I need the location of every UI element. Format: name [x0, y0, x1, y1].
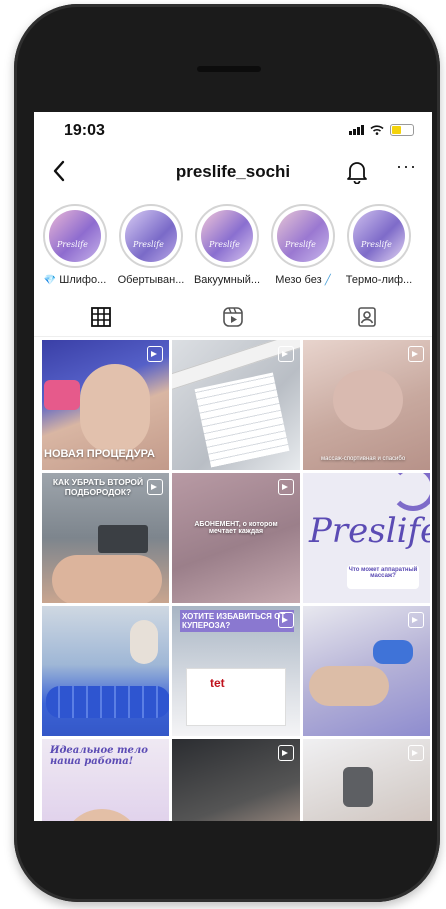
highlight-cover: Preslife	[49, 210, 101, 262]
highlight-brand: Preslife	[57, 240, 88, 249]
highlight-item[interactable]: Preslife 💎 Шлифо...	[40, 204, 110, 286]
chart-paper-shape	[194, 372, 290, 468]
profile-header: preslife_sochi ···	[34, 156, 432, 190]
face-shape	[80, 364, 150, 454]
reel-badge-icon	[278, 346, 294, 362]
post-caption: НОВАЯ ПРОЦЕДУРА	[44, 448, 155, 460]
post-tile[interactable]	[172, 739, 300, 821]
pink-pad-shape	[44, 380, 80, 410]
product-box-shape	[186, 668, 286, 726]
post-caption: КАК УБРАТЬ ВТОРОЙ ПОДБОРОДОК?	[52, 477, 144, 497]
highlight-label: Обертыван...	[117, 274, 185, 286]
body-shape	[62, 809, 142, 821]
profile-tabs	[34, 300, 432, 341]
highlight-brand: Preslife	[285, 240, 316, 249]
post-tile[interactable]: массаж-спортивная и спасибо	[303, 340, 430, 470]
highlight-item[interactable]: Preslife Вакуумный...	[192, 204, 262, 286]
post-caption: Идеальное тело наша работа!	[50, 745, 148, 767]
highlight-item[interactable]: Preslife Обертыван...	[116, 204, 186, 286]
device-shape	[98, 525, 148, 553]
highlight-cover: Preslife	[277, 210, 329, 262]
face-shape	[52, 555, 162, 603]
status-bar: 19:03	[34, 112, 432, 152]
person-shape	[309, 666, 389, 706]
reel-badge-icon	[147, 479, 163, 495]
post-tile[interactable]	[172, 340, 300, 470]
post-tile[interactable]	[303, 606, 430, 736]
swirl-shape	[390, 473, 430, 511]
bell-icon[interactable]	[346, 160, 368, 189]
highlight-brand: Preslife	[133, 240, 164, 249]
post-tile[interactable]: АБОНЕМЕНТ, о котором мечтает каждая	[172, 473, 300, 603]
product-brand: tet	[210, 676, 225, 690]
highlight-cover: Preslife	[353, 210, 405, 262]
massage-hand-shape	[333, 370, 403, 430]
blue-device-shape	[373, 640, 413, 664]
highlight-item[interactable]: Preslife Термо-лиф...	[344, 204, 414, 286]
grid-icon[interactable]	[50, 306, 154, 341]
reel-badge-icon	[147, 346, 163, 362]
post-caption: ХОТИТЕ ИЗБАВИТЬСЯ ОТ КУПЕРОЗА?	[180, 610, 294, 632]
brand-logo: Preslife	[309, 511, 430, 551]
post-tile[interactable]: Preslife Что может аппаратный массаж?	[303, 473, 430, 603]
gem-icon: 💎	[43, 275, 57, 286]
post-tile[interactable]: Идеальное тело наша работа!	[42, 739, 169, 821]
highlight-ring: Preslife	[43, 204, 107, 268]
highlight-ring: Preslife	[195, 204, 259, 268]
highlight-ring: Preslife	[271, 204, 335, 268]
highlight-cover: Preslife	[201, 210, 253, 262]
therapist-shape	[130, 620, 158, 664]
reel-badge-icon	[408, 346, 424, 362]
post-tile[interactable]: КАК УБРАТЬ ВТОРОЙ ПОДБОРОДОК?	[42, 473, 169, 603]
highlight-brand: Preslife	[209, 240, 240, 249]
posts-grid: НОВАЯ ПРОЦЕДУРА массаж-спортивная и спас…	[42, 340, 430, 821]
status-icons	[349, 124, 414, 136]
sub-caption: Что может аппаратный массаж?	[347, 565, 419, 589]
post-tile[interactable]: ХОТИТЕ ИЗБАВИТЬСЯ ОТ КУПЕРОЗА? tet	[172, 606, 300, 736]
post-tile[interactable]	[303, 739, 430, 821]
post-tile[interactable]	[42, 606, 169, 736]
status-time: 19:03	[64, 122, 105, 139]
wifi-icon	[370, 125, 384, 135]
highlight-cover: Preslife	[125, 210, 177, 262]
reel-badge-icon	[408, 745, 424, 761]
story-highlights: Preslife 💎 Шлифо... Preslife Обертыван..…	[38, 204, 432, 294]
reel-badge-icon	[278, 612, 294, 628]
syringe-icon: ╱	[324, 275, 331, 286]
compression-suit-shape	[46, 686, 169, 718]
highlight-label: Термо-лиф...	[345, 274, 413, 286]
phone-speaker	[197, 66, 261, 72]
reel-badge-icon	[278, 479, 294, 495]
instagram-profile-screen: 19:03 preslife_sochi ··· Preslife 💎 Шлиф…	[34, 112, 432, 821]
highlight-label: Мезо без	[275, 274, 322, 286]
reels-icon[interactable]	[222, 306, 246, 330]
highlight-label: Вакуумный...	[193, 274, 261, 286]
profile-username: preslife_sochi	[175, 162, 291, 181]
highlight-ring: Preslife	[119, 204, 183, 268]
highlight-ring: Preslife	[347, 204, 411, 268]
post-caption: АБОНЕМЕНТ, о котором мечтает каждая	[194, 521, 278, 535]
battery-icon	[390, 124, 414, 136]
post-tile[interactable]: НОВАЯ ПРОЦЕДУРА	[42, 340, 169, 470]
device-shape	[343, 767, 373, 807]
highlight-brand: Preslife	[361, 240, 392, 249]
post-caption: массаж-спортивная и спасибо	[321, 456, 406, 462]
signal-icon	[349, 125, 364, 135]
more-dots-icon[interactable]: ···	[396, 156, 417, 177]
reel-badge-icon	[408, 612, 424, 628]
highlight-label: Шлифо...	[59, 274, 107, 286]
reel-badge-icon	[278, 745, 294, 761]
tagged-icon[interactable]	[356, 306, 380, 330]
highlight-item[interactable]: Preslife Мезо без ╱	[268, 204, 338, 286]
